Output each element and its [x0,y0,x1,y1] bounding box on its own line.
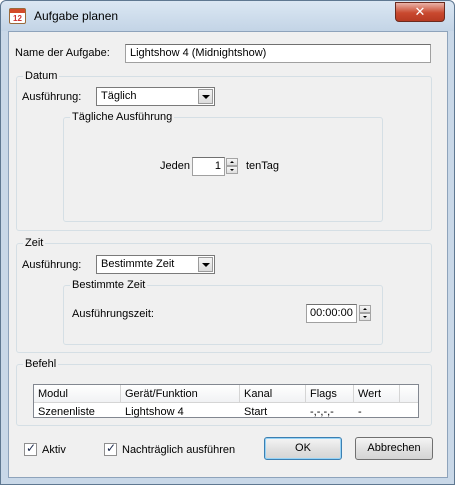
execution-time-input[interactable]: 00:00:00 [306,304,357,323]
specific-time-group-title: Bestimmte Zeit [70,279,148,291]
active-checkbox[interactable] [24,441,37,456]
specific-time-group: Bestimmte Zeit Ausführungszeit: 00:00:00 [63,279,383,345]
daily-interval-spinner[interactable] [226,158,238,174]
task-name-input[interactable]: Lightshow 4 (Midnightshow) [125,44,431,63]
calendar-icon: 12 [9,8,26,24]
column-header-modul[interactable]: Modul [34,385,121,403]
title-bar[interactable]: 12 Aufgabe planen ✕ [1,1,454,31]
datum-execution-label: Ausführung: [22,91,82,103]
cell-modul: Szenenliste [38,406,95,418]
zeit-execution-value: Bestimmte Zeit [101,258,175,270]
command-list[interactable]: Modul Gerät/Funktion Kanal Flags Wert Sz… [33,384,419,418]
dialog-client-area: Name der Aufgabe: Lightshow 4 (Midnights… [8,31,448,478]
dialog-window: 12 Aufgabe planen ✕ Name der Aufgabe: Li… [0,0,455,485]
datum-group: Datum Ausführung: Täglich Tägliche Ausfü… [16,70,432,231]
cell-wert: - [358,406,362,418]
chevron-down-icon[interactable] [198,89,213,104]
zeit-group-title: Zeit [23,237,46,249]
cancel-button[interactable]: Abbrechen [355,437,433,460]
column-header-wert[interactable]: Wert [354,385,400,403]
daily-interval-input[interactable]: 1 [192,157,225,176]
daily-prefix-label: Jeden [160,160,190,172]
datum-execution-value: Täglich [101,90,137,102]
late-execution-label[interactable]: Nachträglich ausführen [122,444,235,456]
cell-geraet: Lightshow 4 [125,406,184,418]
command-list-header: Modul Gerät/Funktion Kanal Flags Wert [34,385,418,403]
spin-up-icon[interactable] [226,158,238,166]
daily-suffix-label: tenTag [246,160,280,172]
late-execution-checkbox[interactable] [104,441,117,456]
close-button[interactable]: ✕ [395,2,445,22]
spin-down-icon[interactable] [359,313,371,321]
zeit-execution-label: Ausführung: [22,259,82,271]
window-title: Aufgabe planen [34,9,119,23]
datum-group-title: Datum [23,70,60,82]
spin-up-icon[interactable] [359,305,371,313]
task-name-label: Name der Aufgabe: [15,47,110,59]
daily-group-title: Tägliche Ausführung [70,111,175,123]
cell-kanal: Start [244,406,268,418]
chevron-down-icon[interactable] [198,257,213,272]
execution-time-label: Ausführungszeit: [72,308,154,320]
ok-button[interactable]: OK [264,437,342,460]
befehl-group-title: Befehl [23,358,59,370]
cell-flags: -,-,-,- [310,406,334,418]
zeit-group: Zeit Ausführung: Bestimmte Zeit Bestimmt… [16,237,432,353]
daily-group: Tägliche Ausführung Jeden 1 tenTag [63,111,383,222]
column-header-geraet[interactable]: Gerät/Funktion [121,385,240,403]
datum-execution-select[interactable]: Täglich [96,87,215,106]
active-label[interactable]: Aktiv [42,444,66,456]
befehl-group: Befehl Modul Gerät/Funktion Kanal Flags … [16,358,432,426]
zeit-execution-select[interactable]: Bestimmte Zeit [96,255,215,274]
spin-down-icon[interactable] [226,166,238,174]
column-header-flags[interactable]: Flags [306,385,354,403]
execution-time-spinner[interactable] [359,305,371,321]
column-header-kanal[interactable]: Kanal [240,385,306,403]
